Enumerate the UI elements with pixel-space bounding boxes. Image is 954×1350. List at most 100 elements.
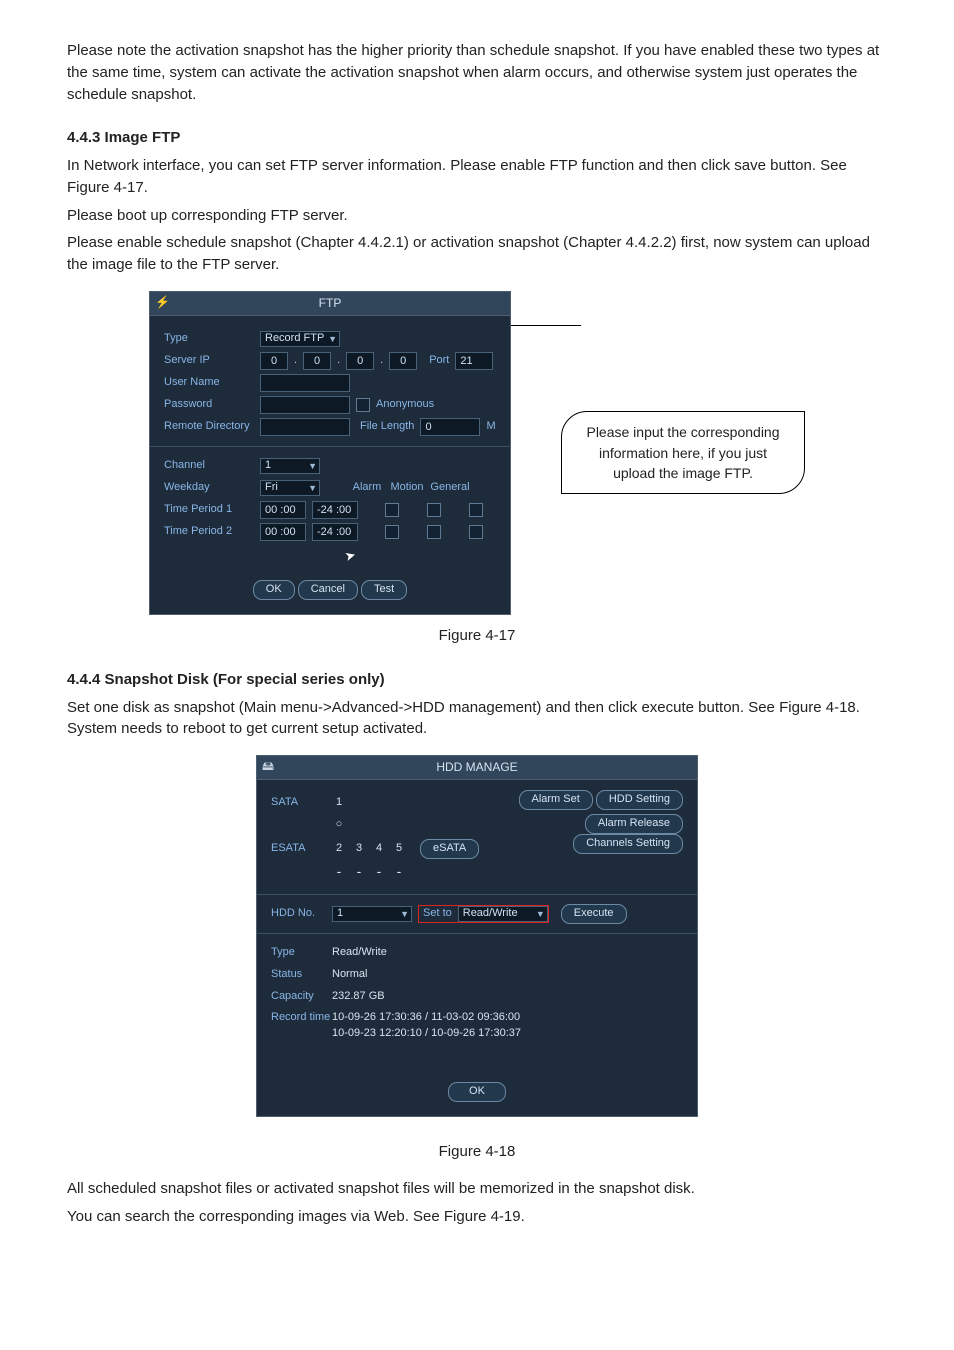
outro-p2: You can search the corresponding images … [67, 1206, 887, 1228]
colhead-motion: Motion [390, 480, 424, 496]
outro-p1: All scheduled snapshot files or activate… [67, 1178, 887, 1200]
chevron-down-icon: ▼ [308, 460, 317, 473]
label-recordtime: Record time [271, 1010, 326, 1026]
hdd-dialog-title-bar: 🖴 HDD MANAGE [257, 756, 697, 780]
esata-button[interactable]: eSATA [420, 839, 479, 859]
colhead-alarm: Alarm [350, 480, 384, 496]
channel-select[interactable]: 1▼ [260, 458, 320, 474]
setto-highlight: Set to Read/Write ▼ [418, 905, 549, 923]
figure-417-caption: Figure 4-17 [67, 625, 887, 647]
setto-select[interactable]: Read/Write ▼ [458, 906, 548, 922]
ip-field-4[interactable]: 0 [389, 352, 417, 370]
chevron-down-icon: ▼ [536, 908, 545, 921]
type-select[interactable]: Record FTP ▼ [260, 331, 340, 347]
label-port: Port [429, 353, 449, 369]
intro-paragraph: Please note the activation snapshot has … [67, 40, 887, 105]
tp2-alarm-checkbox[interactable] [385, 525, 399, 539]
hddno-select[interactable]: 1▼ [332, 906, 412, 922]
tp2-motion-checkbox[interactable] [427, 525, 441, 539]
section-443-p2: Please boot up corresponding FTP server. [67, 205, 887, 227]
tp2-end[interactable]: -24 :00 [312, 523, 358, 541]
section-444-p1: Set one disk as snapshot (Main menu->Adv… [67, 697, 887, 741]
label-anonymous: Anonymous [376, 397, 434, 413]
setto-select-value: Read/Write [463, 906, 518, 922]
section-443-heading: 4.4.3 Image FTP [67, 127, 887, 149]
label-password: Password [164, 397, 254, 413]
figure-418-caption: Figure 4-18 [67, 1141, 887, 1163]
esata-slot-3: 3 [352, 841, 366, 857]
chevron-down-icon: ▼ [308, 482, 317, 495]
value-status: Normal [332, 967, 367, 983]
username-field[interactable] [260, 374, 350, 392]
label-tp2: Time Period 2 [164, 524, 254, 540]
port-field[interactable]: 21 [455, 352, 493, 370]
filelength-field[interactable]: 0 [420, 418, 480, 436]
hdd-manage-dialog: 🖴 HDD MANAGE SATA 1 ○ ESATA 2 [256, 755, 698, 1117]
ftp-dialog-title-bar: ⚡ FTP [150, 292, 510, 316]
colhead-general: General [430, 480, 470, 496]
ftp-icon: ⚡ [155, 294, 170, 311]
password-field[interactable] [260, 396, 350, 414]
alarm-set-button[interactable]: Alarm Set [519, 790, 593, 810]
ftp-dialog-title: FTP [319, 296, 342, 310]
chevron-down-icon: ▼ [328, 333, 337, 346]
value-recordtime-2: 10-09-23 12:20:10 / 10-09-26 17:30:37 [332, 1027, 521, 1039]
ok-button-hdd[interactable]: OK [448, 1082, 506, 1102]
channel-select-value: 1 [265, 458, 271, 474]
hddno-select-value: 1 [337, 906, 343, 922]
label-esata: ESATA [271, 841, 326, 857]
sata-status-1: ○ [332, 817, 346, 833]
label-capacity: Capacity [271, 989, 326, 1005]
value-type: Read/Write [332, 945, 387, 961]
channels-setting-button[interactable]: Channels Setting [573, 834, 683, 854]
esata-status-5: - [392, 867, 406, 875]
test-button[interactable]: Test [361, 580, 407, 600]
ip-field-3[interactable]: 0 [346, 352, 374, 370]
weekday-select-value: Fri [265, 480, 278, 496]
anonymous-checkbox[interactable] [356, 398, 370, 412]
tp1-end[interactable]: -24 :00 [312, 501, 358, 519]
section-444-heading: 4.4.4 Snapshot Disk (For special series … [67, 669, 887, 691]
ok-button[interactable]: OK [253, 580, 295, 600]
tp2-general-checkbox[interactable] [469, 525, 483, 539]
remotedir-field[interactable] [260, 418, 350, 436]
label-type: Type [164, 331, 254, 347]
callout-bubble: Please input the corresponding informati… [561, 411, 805, 494]
tp1-general-checkbox[interactable] [469, 503, 483, 517]
hdd-setting-button[interactable]: HDD Setting [596, 790, 683, 810]
label-m: M [486, 419, 495, 435]
value-capacity: 232.87 GB [332, 989, 385, 1005]
cancel-button[interactable]: Cancel [298, 580, 358, 600]
chevron-down-icon: ▼ [400, 908, 409, 921]
label-weekday: Weekday [164, 480, 254, 496]
label-hddno: HDD No. [271, 906, 326, 922]
esata-slot-4: 4 [372, 841, 386, 857]
label-username: User Name [164, 375, 254, 391]
hdd-dialog-title: HDD MANAGE [436, 760, 517, 774]
cursor-icon: ➤ [342, 546, 357, 567]
label-status: Status [271, 967, 326, 983]
tp1-motion-checkbox[interactable] [427, 503, 441, 517]
label-channel: Channel [164, 458, 254, 474]
alarm-release-button[interactable]: Alarm Release [585, 814, 683, 834]
ip-field-2[interactable]: 0 [303, 352, 331, 370]
execute-button[interactable]: Execute [561, 904, 627, 924]
label-serverip: Server IP [164, 353, 254, 369]
esata-status-2: - [332, 867, 346, 875]
esata-slot-2: 2 [332, 841, 346, 857]
tp2-start[interactable]: 00 :00 [260, 523, 306, 541]
ip-field-1[interactable]: 0 [260, 352, 288, 370]
ftp-dialog: ⚡ FTP Type Record FTP▼ Server IP 0 . 0 .… [149, 291, 511, 615]
weekday-select[interactable]: Fri ▼ [260, 480, 320, 496]
label-setto: Set to [419, 906, 456, 922]
label-tp1: Time Period 1 [164, 502, 254, 518]
section-443-p1: In Network interface, you can set FTP se… [67, 155, 887, 199]
tp1-alarm-checkbox[interactable] [385, 503, 399, 517]
tp1-start[interactable]: 00 :00 [260, 501, 306, 519]
sata-slot-1: 1 [332, 795, 346, 811]
type-select-value: Record FTP [265, 331, 324, 347]
label-remotedir: Remote Directory [164, 419, 254, 435]
label-sata: SATA [271, 795, 326, 811]
label-type-hdd: Type [271, 945, 326, 961]
esata-status-4: - [372, 867, 386, 875]
